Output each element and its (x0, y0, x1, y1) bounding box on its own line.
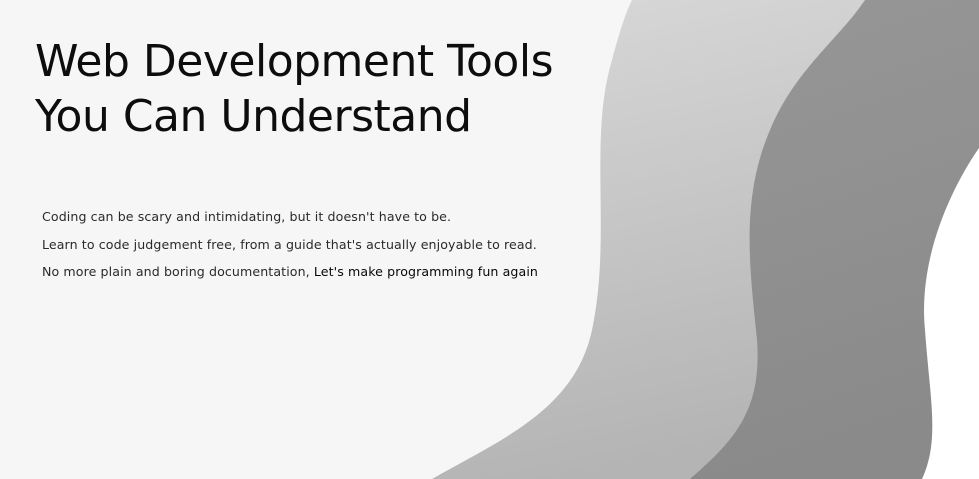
intro-line-3: No more plain and boring documentation, … (42, 262, 538, 290)
intro-text: Coding can be scary and intimidating, bu… (42, 207, 538, 290)
title-line-1: Web Development Tools (35, 36, 554, 87)
hero-section: Web Development Tools You Can Understand… (0, 0, 979, 479)
cta-link[interactable]: Let's make programming fun again (314, 264, 538, 279)
intro-line-2: Learn to code judgement free, from a gui… (42, 236, 537, 252)
title-line-2: You Can Understand (35, 91, 472, 142)
intro-line-3-prefix: No more plain and boring documentation, (42, 264, 310, 279)
intro-line-1: Coding can be scary and intimidating, bu… (42, 209, 452, 224)
page-title: Web Development Tools You Can Understand (35, 34, 655, 144)
